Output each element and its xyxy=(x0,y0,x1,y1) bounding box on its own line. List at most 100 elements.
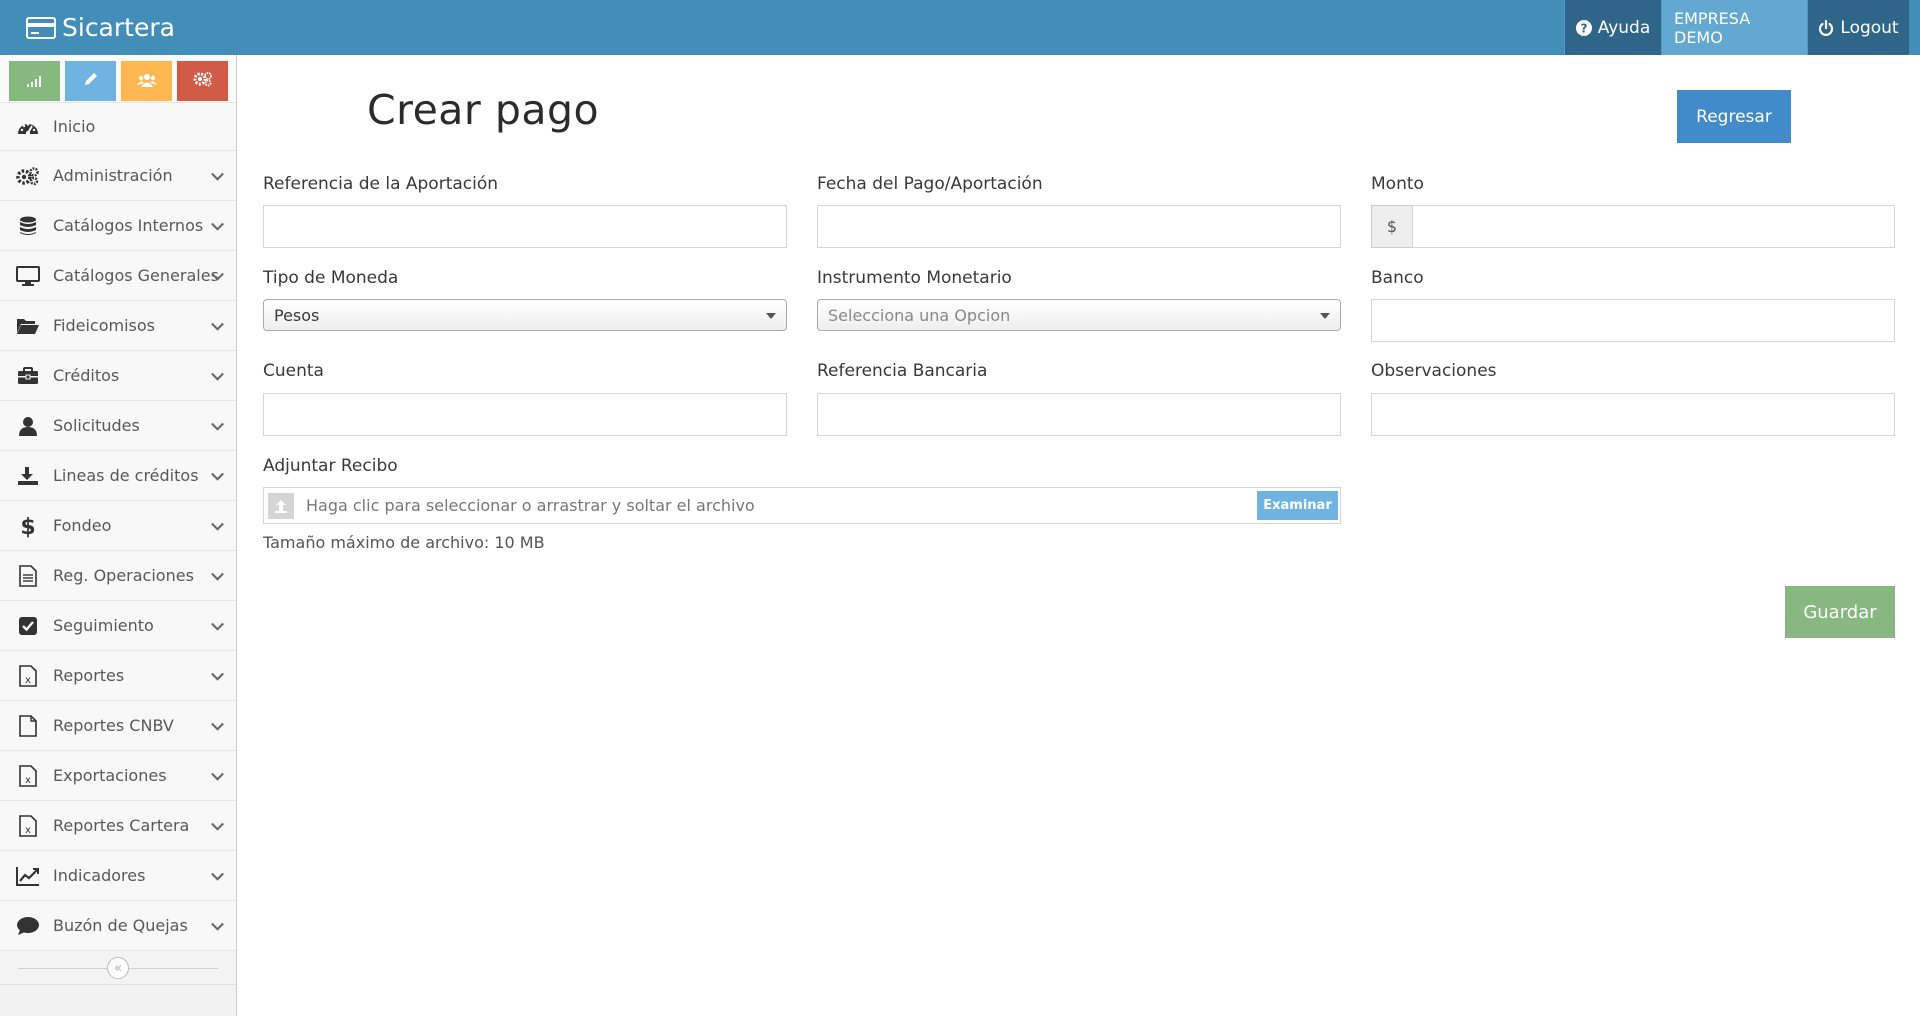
brand-name: Sicartera xyxy=(62,13,175,42)
sidebar-item-label: Fideicomisos xyxy=(53,316,156,335)
double-angle-left-icon[interactable]: « xyxy=(107,957,129,979)
stats-shortcut[interactable] xyxy=(9,61,60,101)
credit-card-icon xyxy=(26,16,56,39)
check-square-icon xyxy=(14,616,42,636)
svg-text:x: x xyxy=(25,675,31,686)
file-upload-dropzone[interactable]: Haga clic para seleccionar o arrastrar y… xyxy=(263,487,1341,524)
sidebar-item-label: Administración xyxy=(53,166,173,185)
sidebar-item-administracion[interactable]: Administración xyxy=(0,151,236,201)
company-selector[interactable]: EMPRESA DEMO xyxy=(1661,0,1807,55)
sidebar-collapse: « xyxy=(0,951,236,985)
folder-open-icon xyxy=(14,317,42,335)
chevron-down-icon xyxy=(211,617,224,631)
tipo-moneda-select[interactable]: Pesos xyxy=(263,299,787,331)
sidebar-item-fideicomisos[interactable]: Fideicomisos xyxy=(0,301,236,351)
cogs-icon xyxy=(14,166,42,186)
tipo-moneda-label: Tipo de Moneda xyxy=(263,268,399,288)
top-navbar: Sicartera ? Ayuda EMPRESA DEMO Logout xyxy=(0,0,1920,55)
sidebar-item-catalogos-generales[interactable]: Catálogos Generales xyxy=(0,251,236,301)
navbar-actions: ? Ayuda EMPRESA DEMO Logout xyxy=(1564,0,1909,55)
cuenta-input[interactable] xyxy=(263,393,787,436)
sidebar-item-lineas-creditos[interactable]: Lineas de créditos xyxy=(0,451,236,501)
caret-down-icon xyxy=(1320,313,1330,319)
referencia-aportacion-input[interactable] xyxy=(263,205,787,248)
cuenta-label: Cuenta xyxy=(263,361,324,381)
sidebar-item-label: Indicadores xyxy=(53,866,146,885)
help-label: Ayuda xyxy=(1597,17,1651,38)
sidebar-item-label: Catálogos Generales xyxy=(53,266,219,285)
desktop-icon xyxy=(14,265,42,286)
currency-addon: $ xyxy=(1371,205,1413,248)
power-off-icon xyxy=(1818,19,1834,36)
question-circle-icon: ? xyxy=(1575,19,1592,36)
file-excel-icon: x xyxy=(14,814,42,837)
fecha-pago-label: Fecha del Pago/Aportación xyxy=(817,174,1043,194)
sidebar: Inicio Administración Catálogos Internos… xyxy=(0,55,237,1016)
save-button[interactable]: Guardar xyxy=(1785,586,1895,638)
chevron-down-icon xyxy=(211,717,224,731)
back-button[interactable]: Regresar xyxy=(1677,90,1791,143)
edit-shortcut[interactable] xyxy=(65,61,116,101)
comment-icon xyxy=(14,916,42,936)
sidebar-item-label: Solicitudes xyxy=(53,416,140,435)
sidebar-item-fondeo[interactable]: $ Fondeo xyxy=(0,501,236,551)
page-title: Crear pago xyxy=(367,86,600,134)
sidebar-item-solicitudes[interactable]: Solicitudes xyxy=(0,401,236,451)
sidebar-item-label: Fondeo xyxy=(53,516,112,535)
sidebar-item-inicio[interactable]: Inicio xyxy=(0,103,236,151)
sidebar-item-label: Lineas de créditos xyxy=(53,466,199,485)
sidebar-item-indicadores[interactable]: Indicadores xyxy=(0,851,236,901)
file-excel-icon: x xyxy=(14,764,42,787)
browse-button[interactable]: Examinar xyxy=(1257,491,1338,520)
file-upload-placeholder: Haga clic para seleccionar o arrastrar y… xyxy=(306,496,755,515)
sidebar-item-exportaciones[interactable]: x Exportaciones xyxy=(0,751,236,801)
svg-text:$: $ xyxy=(20,515,35,538)
chevron-down-icon xyxy=(211,417,224,431)
sidebar-item-buzon-quejas[interactable]: Buzón de Quejas xyxy=(0,901,236,951)
pencil-icon xyxy=(83,71,99,91)
users-shortcut[interactable] xyxy=(121,61,172,101)
sidebar-item-reg-operaciones[interactable]: Reg. Operaciones xyxy=(0,551,236,601)
sidebar-item-catalogos-internos[interactable]: Catálogos Internos xyxy=(0,201,236,251)
signal-icon xyxy=(26,72,43,91)
chevron-down-icon xyxy=(211,817,224,831)
user-icon xyxy=(14,416,42,436)
banco-input[interactable] xyxy=(1371,299,1895,342)
fecha-pago-input[interactable] xyxy=(817,205,1341,248)
chevron-down-icon xyxy=(211,317,224,331)
sidebar-item-creditos[interactable]: Créditos xyxy=(0,351,236,401)
sidebar-item-reportes-cnbv[interactable]: Reportes CNBV xyxy=(0,701,236,751)
dollar-icon: $ xyxy=(14,514,42,538)
logout-button[interactable]: Logout xyxy=(1807,0,1909,55)
svg-text:?: ? xyxy=(1580,21,1587,35)
chevron-down-icon xyxy=(211,367,224,381)
sidebar-item-label: Catálogos Internos xyxy=(53,216,204,235)
banco-label: Banco xyxy=(1371,268,1424,288)
file-icon xyxy=(14,714,42,737)
sidebar-item-reportes-cartera[interactable]: x Reportes Cartera xyxy=(0,801,236,851)
file-excel-icon: x xyxy=(14,664,42,687)
svg-text:x: x xyxy=(25,825,31,836)
sidebar-item-label: Reportes xyxy=(53,666,125,685)
sidebar-item-reportes[interactable]: x Reportes xyxy=(0,651,236,701)
monto-label: Monto xyxy=(1371,174,1424,194)
download-icon xyxy=(14,466,42,486)
sidebar-shortcuts xyxy=(0,55,236,103)
referencia-bancaria-label: Referencia Bancaria xyxy=(817,361,988,381)
instrumento-monetario-select[interactable]: Selecciona una Opcion xyxy=(817,299,1341,331)
settings-shortcut[interactable] xyxy=(177,61,228,101)
chevron-down-icon xyxy=(211,667,224,681)
help-button[interactable]: ? Ayuda xyxy=(1564,0,1661,55)
logout-label: Logout xyxy=(1840,17,1899,38)
observaciones-input[interactable] xyxy=(1371,393,1895,436)
monto-input[interactable] xyxy=(1412,205,1895,248)
chevron-down-icon xyxy=(211,917,224,931)
brand-logo[interactable]: Sicartera xyxy=(26,0,175,55)
briefcase-icon xyxy=(14,366,42,385)
observaciones-label: Observaciones xyxy=(1371,361,1497,381)
sidebar-item-seguimiento[interactable]: Seguimiento xyxy=(0,601,236,651)
file-size-help: Tamaño máximo de archivo: 10 MB xyxy=(263,533,545,552)
referencia-bancaria-input[interactable] xyxy=(817,393,1341,436)
file-text-icon xyxy=(14,564,42,587)
sidebar-item-label: Créditos xyxy=(53,366,120,385)
